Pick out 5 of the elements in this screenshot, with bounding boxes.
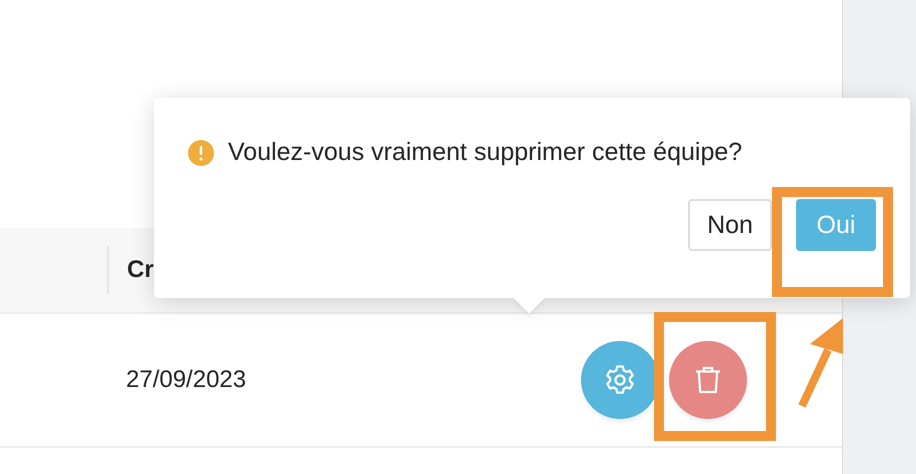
warning-icon — [188, 140, 214, 166]
confirm-message: Voulez-vous vraiment supprimer cette équipe? — [228, 138, 742, 167]
column-header: Cr — [127, 256, 154, 284]
cancel-button[interactable]: Non — [688, 199, 772, 251]
date-cell: 27/09/2023 — [126, 366, 246, 394]
